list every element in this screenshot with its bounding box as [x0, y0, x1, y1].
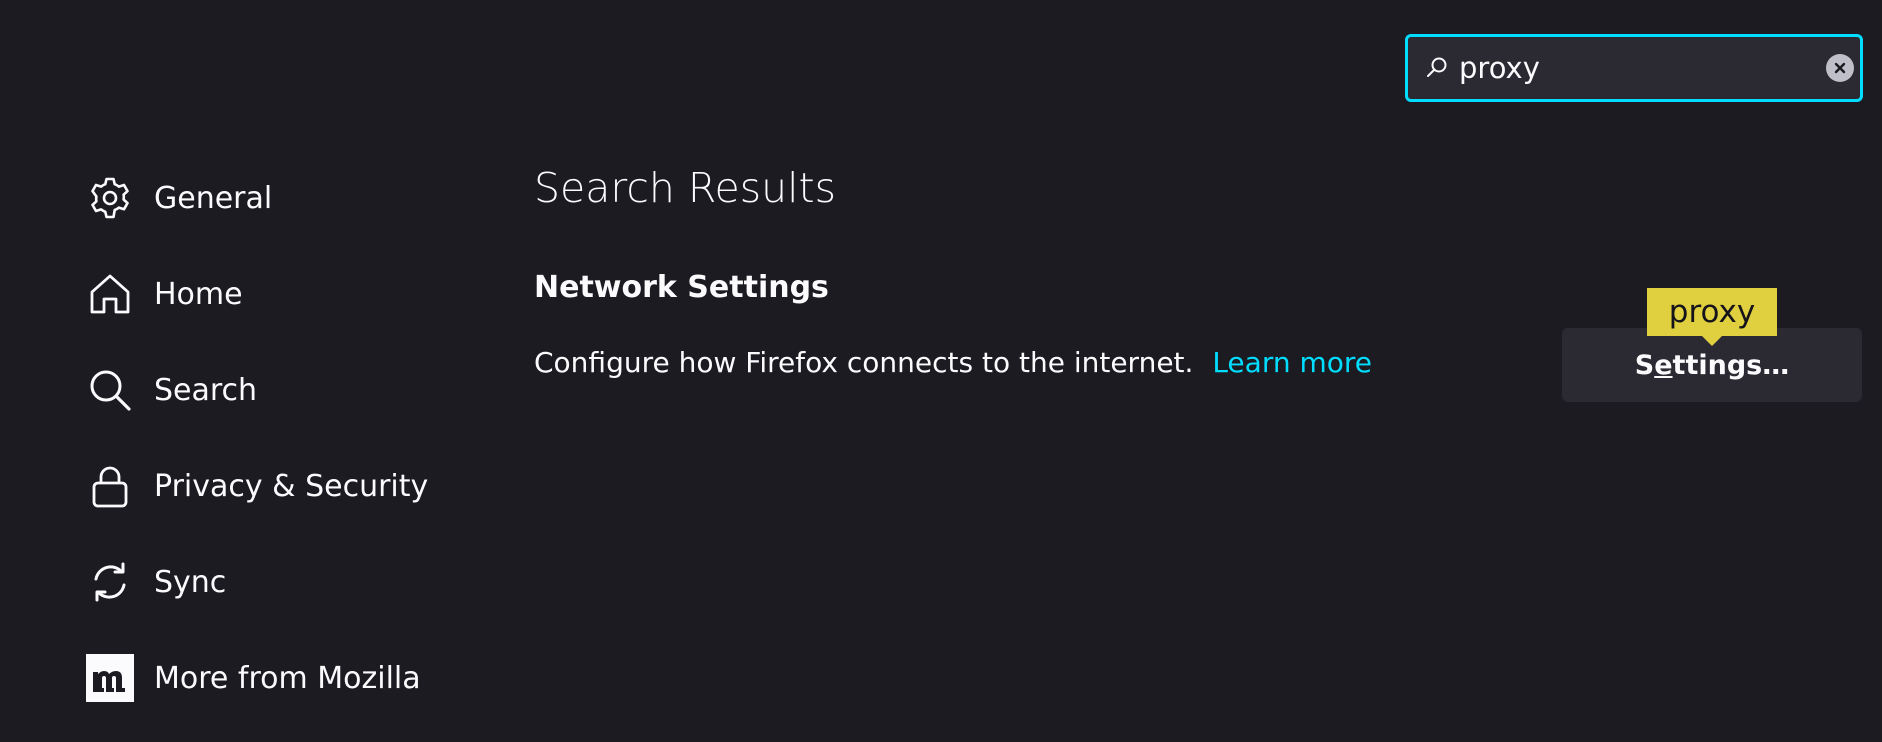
sidebar-item-more-from-mozilla[interactable]: More from Mozilla	[86, 630, 486, 726]
page-title: Search Results	[534, 164, 836, 212]
sidebar-item-home[interactable]: Home	[86, 246, 486, 342]
sidebar-item-label: More from Mozilla	[154, 660, 421, 696]
sidebar-item-label: Sync	[154, 564, 227, 600]
lock-icon	[86, 462, 134, 510]
preferences-page: General Home Search	[0, 0, 1882, 742]
sync-icon	[86, 558, 134, 606]
search-icon	[86, 366, 134, 414]
mozilla-icon	[86, 654, 134, 702]
search-box[interactable]	[1405, 34, 1863, 102]
sidebar-item-label: Privacy & Security	[154, 468, 429, 504]
home-icon	[86, 270, 134, 318]
button-accesskey: e	[1654, 349, 1673, 381]
sidebar-item-general[interactable]: General	[86, 150, 486, 246]
search-highlight-tooltip: proxy	[1647, 288, 1777, 346]
sidebar-item-search[interactable]: Search	[86, 342, 486, 438]
section-heading: Network Settings	[534, 270, 829, 305]
button-label-end: ttings…	[1672, 349, 1790, 381]
description-text: Configure how Firefox connects to the in…	[534, 346, 1194, 379]
sidebar-item-label: General	[154, 180, 273, 216]
learn-more-link[interactable]: Learn more	[1212, 346, 1372, 379]
search-icon	[1427, 57, 1447, 77]
sidebar-item-sync[interactable]: Sync	[86, 534, 486, 630]
clear-icon[interactable]	[1826, 54, 1854, 82]
button-label-start: S	[1634, 349, 1655, 381]
section-description: Configure how Firefox connects to the in…	[534, 346, 1372, 379]
sidebar-item-label: Search	[154, 372, 258, 408]
gear-icon	[86, 174, 134, 222]
sidebar: General Home Search Privacy & Security S…	[86, 150, 486, 726]
sidebar-item-label: Home	[154, 276, 243, 312]
sidebar-item-privacy[interactable]: Privacy & Security	[86, 438, 486, 534]
search-input[interactable]	[1459, 37, 1826, 99]
